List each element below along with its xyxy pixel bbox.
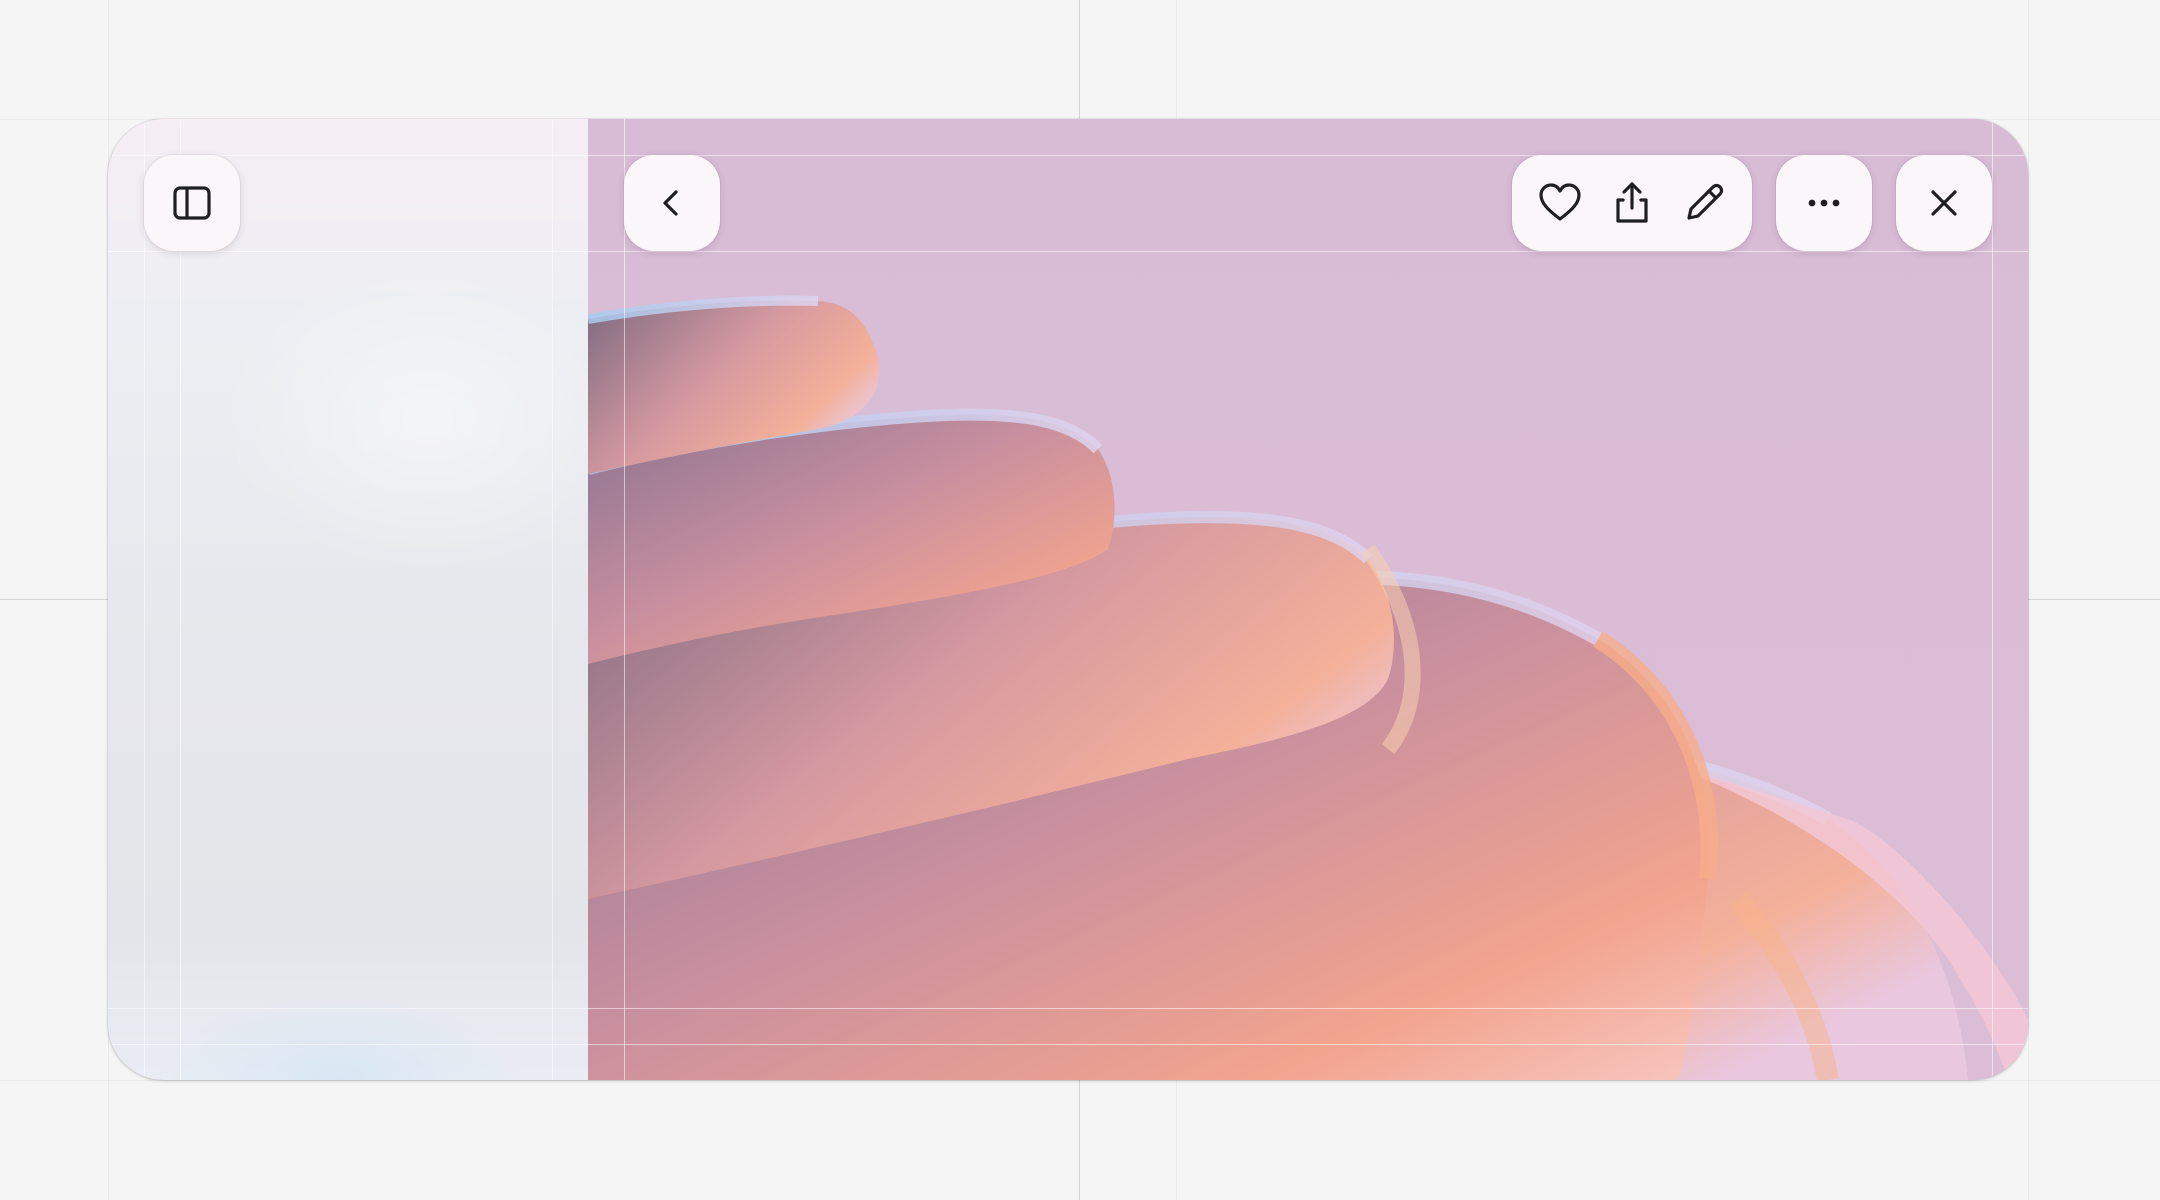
layout-guide-line <box>108 1008 2028 1009</box>
layout-guide-line <box>552 119 553 1080</box>
layout-guide-line <box>108 1044 2028 1045</box>
viewer-window <box>108 119 2028 1080</box>
sidebar-icon <box>168 179 216 227</box>
canvas-guide-line <box>2028 0 2029 1200</box>
close-button[interactable] <box>1896 155 1992 251</box>
sidebar-toggle-button[interactable] <box>144 155 240 251</box>
image-content-area <box>588 119 2028 1080</box>
actions-group <box>1512 155 1752 251</box>
share-icon[interactable] <box>1608 179 1656 227</box>
layout-guide-line <box>108 155 2028 156</box>
wallpaper-image <box>588 119 2028 1080</box>
chevron-left-icon <box>648 179 696 227</box>
back-button[interactable] <box>624 155 720 251</box>
layout-guide-line <box>624 119 625 1080</box>
close-icon <box>1920 179 1968 227</box>
layout-guide-line <box>108 251 2028 252</box>
canvas-guide-line <box>0 1080 2160 1081</box>
pencil-icon[interactable] <box>1680 179 1728 227</box>
ellipsis-icon <box>1800 179 1848 227</box>
layout-guide-line <box>180 119 181 1080</box>
heart-icon[interactable] <box>1536 179 1584 227</box>
layout-guide-line <box>144 119 145 1080</box>
layout-guide-line <box>1992 119 1993 1080</box>
more-options-button[interactable] <box>1776 155 1872 251</box>
